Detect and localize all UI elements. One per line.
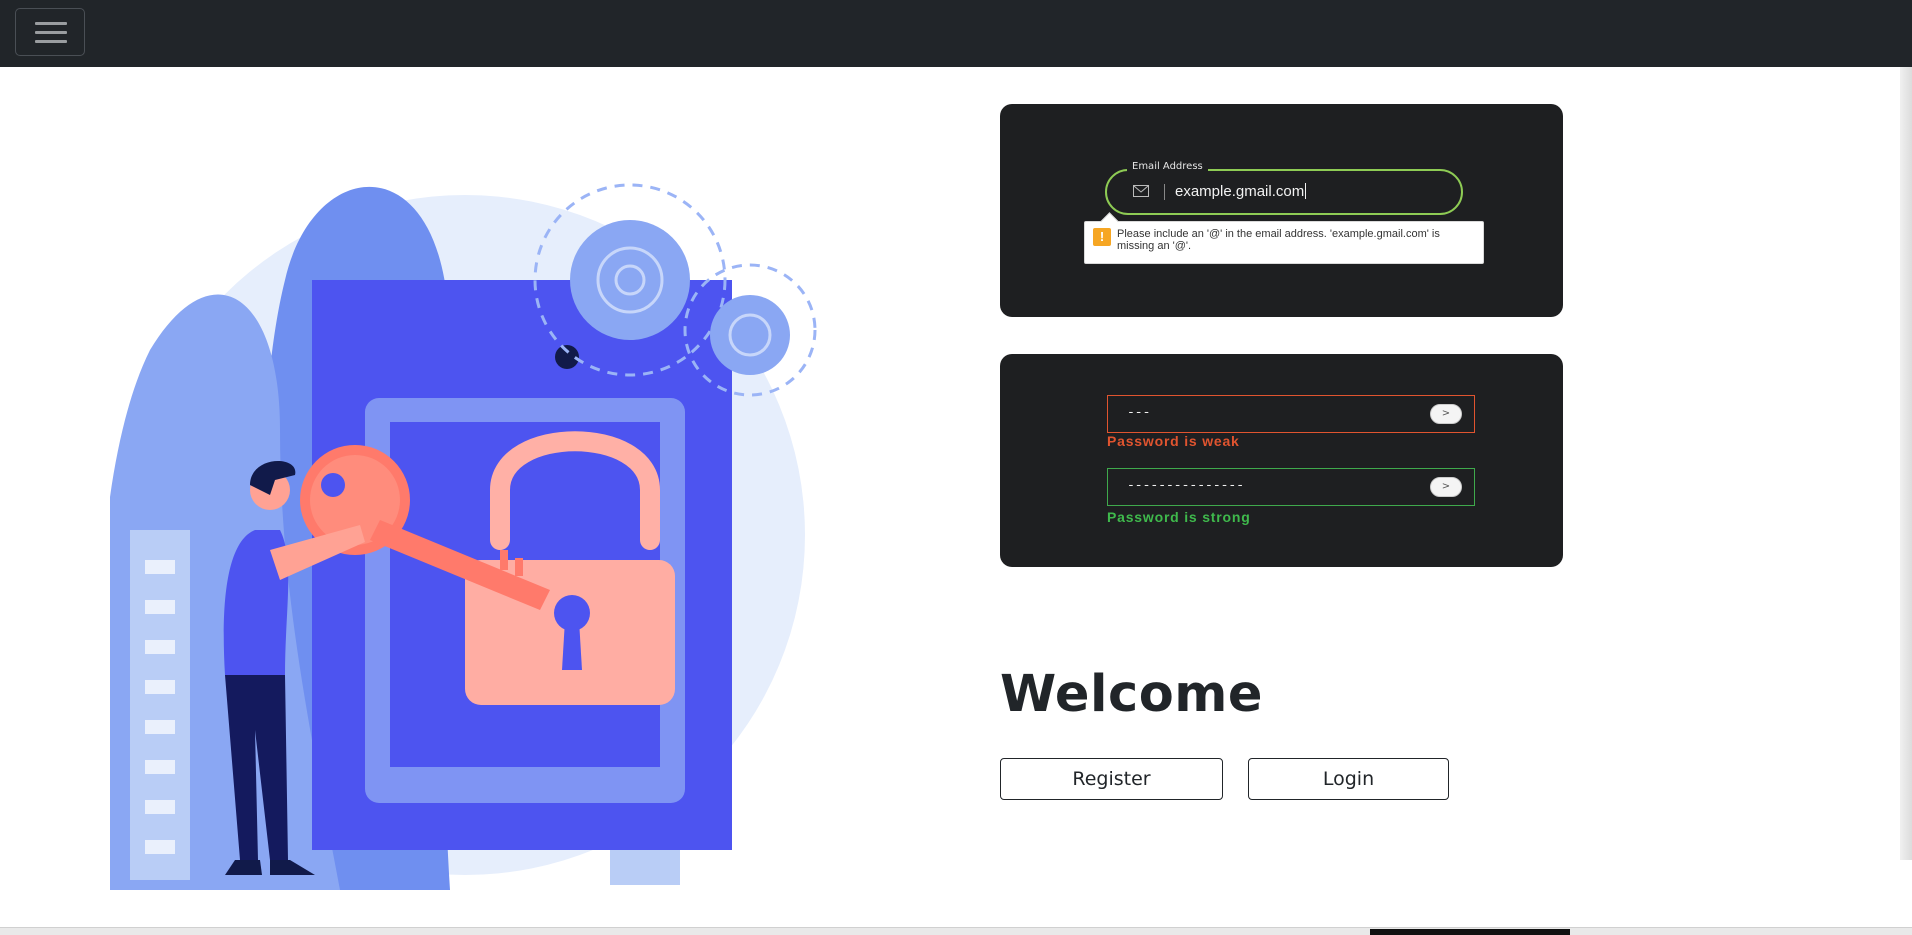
mail-icon: [1133, 185, 1149, 197]
login-button[interactable]: Login: [1248, 758, 1449, 800]
password-submit-button-strong[interactable]: >: [1430, 477, 1462, 497]
email-validation-card: Email Address example.gmail.com ! Please…: [1000, 104, 1563, 317]
register-button[interactable]: Register: [1000, 758, 1223, 800]
email-field[interactable]: Email Address example.gmail.com: [1105, 161, 1463, 215]
page-edge-shadow: [1900, 67, 1912, 860]
validation-message: Please include an '@' in the email addre…: [1117, 228, 1440, 252]
hamburger-line-2: [35, 31, 67, 34]
password-strong-message: Password is strong: [1107, 509, 1251, 525]
password-submit-button-weak[interactable]: >: [1430, 404, 1462, 424]
hamburger-line-3: [35, 40, 67, 43]
unlock-illustration: [110, 183, 817, 890]
password-field-strong[interactable]: --------------- >: [1107, 468, 1475, 506]
email-separator: [1164, 184, 1165, 200]
bottom-strip: [0, 927, 1912, 935]
password-input-weak[interactable]: ---: [1127, 405, 1150, 420]
welcome-heading: Welcome: [1000, 665, 1264, 724]
menu-toggle-button[interactable]: [15, 8, 85, 56]
bottom-overlay: [1370, 929, 1570, 935]
validation-tooltip: ! Please include an '@' in the email add…: [1084, 221, 1484, 264]
password-strength-card: --- > Password is weak --------------- >…: [1000, 354, 1563, 567]
email-field-label: Email Address: [1127, 161, 1208, 172]
password-input-strong[interactable]: ---------------: [1127, 478, 1244, 493]
password-weak-message: Password is weak: [1107, 433, 1240, 449]
warning-icon: !: [1093, 228, 1111, 246]
hamburger-line-1: [35, 22, 67, 25]
top-navbar: [0, 0, 1912, 67]
password-field-weak[interactable]: --- >: [1107, 395, 1475, 433]
email-input[interactable]: example.gmail.com: [1175, 183, 1306, 200]
